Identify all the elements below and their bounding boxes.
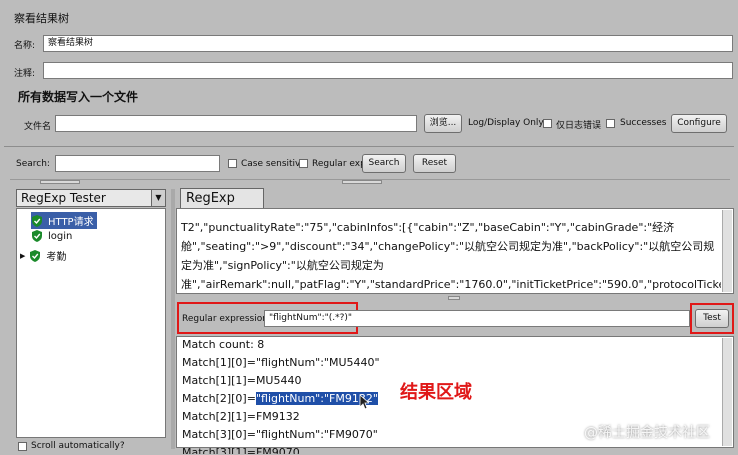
response-line: 舱","seating":">9","discount":"34","chang… xyxy=(181,240,715,253)
splitter-handle[interactable] xyxy=(40,180,80,184)
tree-node-label: 考勤 xyxy=(46,252,67,263)
result-line: Match count: 8 xyxy=(182,338,265,351)
result-tree: HTTP请求 login ▶ 考勤 xyxy=(16,208,166,438)
result-line: Match[2][1]=FM9132 xyxy=(182,410,300,423)
tab-regexp-tester[interactable]: RegExp Tester xyxy=(180,188,264,225)
vertical-splitter[interactable] xyxy=(171,189,175,449)
errors-only-label: 仅日志错误 xyxy=(556,121,602,131)
search-input[interactable] xyxy=(55,155,220,172)
successes-label: Successes xyxy=(620,118,667,128)
shield-check-icon xyxy=(30,249,41,262)
window-title: 察看结果树 xyxy=(14,12,69,25)
renderer-select-value: RegExp Tester xyxy=(21,191,106,205)
result-line: Match[1][0]="flightNum":"MU5440" xyxy=(182,356,380,369)
log-display-label: Log/Display Only: xyxy=(468,118,547,128)
renderer-select[interactable]: RegExp Tester ▼ xyxy=(16,189,166,207)
cursor-icon xyxy=(359,394,369,410)
watermark: @稀土掘金技术社区 xyxy=(584,425,710,441)
response-line: 准","airRemark":null,"patFlag":"Y","stand… xyxy=(181,278,721,291)
splitter-handle[interactable] xyxy=(342,180,382,184)
result-line: Match[2][0]="flightNum":"FM9132" xyxy=(182,392,378,405)
tree-node[interactable]: ▶ 考勤 xyxy=(20,248,66,263)
test-button[interactable]: Test xyxy=(695,309,729,328)
expand-arrow-icon[interactable]: ▶ xyxy=(20,252,25,260)
scroll-auto-checkbox[interactable] xyxy=(18,442,27,451)
vertical-scrollbar[interactable] xyxy=(722,210,732,292)
splitter-handle[interactable] xyxy=(448,296,460,300)
scroll-auto-label: Scroll automatically? xyxy=(31,441,125,451)
regular-exp-label: Regular exp. xyxy=(312,159,369,169)
file-name-input[interactable] xyxy=(55,115,417,132)
search-button[interactable]: Search xyxy=(362,154,406,173)
configure-button[interactable]: Configure xyxy=(671,114,727,133)
regex-input[interactable]: "flightNum":"(.*?)" xyxy=(264,310,690,327)
result-line: Match[1][1]=MU5440 xyxy=(182,374,302,387)
tree-node[interactable]: login xyxy=(31,230,72,242)
response-line: 定为准","signPolicy":"以航空公司规定为 xyxy=(181,259,384,272)
shield-check-icon xyxy=(32,214,42,227)
shield-check-icon xyxy=(32,230,42,242)
regex-label: Regular expression: xyxy=(182,314,271,324)
result-line: Match[3][1]=FM9070 xyxy=(182,446,300,454)
comment-label: 注释: xyxy=(14,69,36,79)
tree-node[interactable]: HTTP请求 xyxy=(31,212,97,229)
case-sensitive-checkbox[interactable] xyxy=(228,159,237,168)
result-line-prefix: Match[2][0]= xyxy=(182,392,256,405)
regular-exp-checkbox[interactable] xyxy=(299,159,308,168)
name-label: 名称: xyxy=(14,41,36,51)
tree-node-label: HTTP请求 xyxy=(48,217,94,228)
result-line: Match[3][0]="flightNum":"FM9070" xyxy=(182,428,378,441)
file-name-label: 文件名 xyxy=(24,122,52,132)
response-line: T2","punctualityRate":"75","cabinInfos":… xyxy=(181,221,675,234)
reset-button[interactable]: Reset xyxy=(413,154,456,173)
result-area-annotation: 结果区域 xyxy=(400,382,472,403)
tree-node-label: login xyxy=(48,230,73,242)
vertical-scrollbar[interactable] xyxy=(722,338,732,446)
name-input[interactable]: 察看结果树 xyxy=(43,35,733,52)
browse-button[interactable]: 浏览... xyxy=(424,114,462,133)
comment-input[interactable] xyxy=(43,62,733,79)
successes-checkbox[interactable] xyxy=(606,119,615,128)
search-label: Search: xyxy=(16,159,50,169)
divider xyxy=(4,146,734,147)
file-section-title: 所有数据写入一个文件 xyxy=(18,90,139,104)
errors-only-checkbox[interactable] xyxy=(543,119,552,128)
chevron-down-icon[interactable]: ▼ xyxy=(151,190,165,206)
case-sensitive-label: Case sensitive xyxy=(241,159,306,169)
